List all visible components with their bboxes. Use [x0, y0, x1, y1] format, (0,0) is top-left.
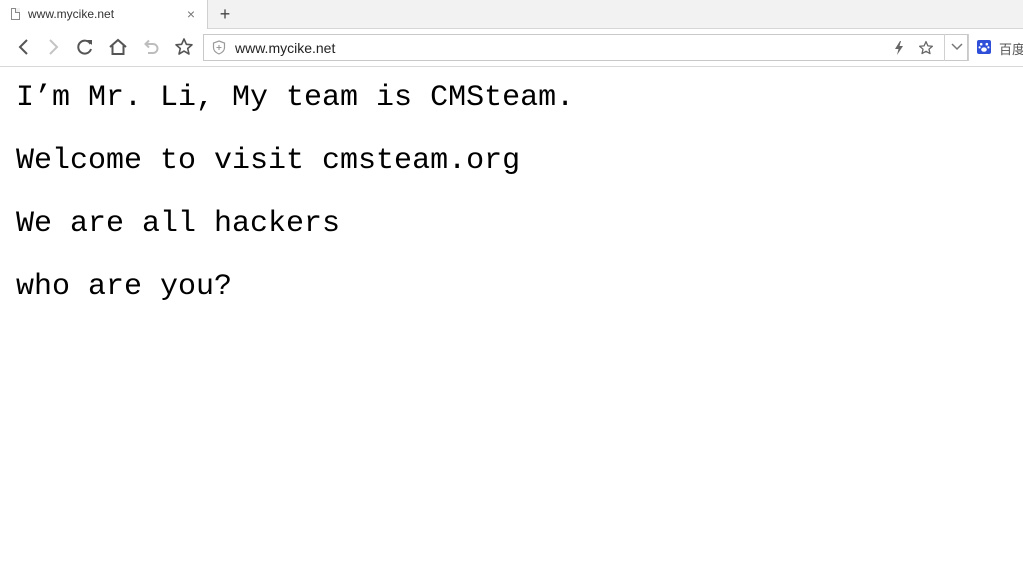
forward-button[interactable]: [43, 37, 63, 57]
new-tab-button[interactable]: +: [216, 3, 234, 25]
reload-button[interactable]: [75, 37, 95, 57]
active-tab[interactable]: www.mycike.net ×: [0, 0, 208, 29]
undo-icon: [144, 39, 159, 54]
address-dropdown-button[interactable]: [944, 34, 968, 61]
home-button[interactable]: [108, 37, 128, 57]
page-content: I’m Mr. Li, My team is CMSteam. Welcome …: [16, 68, 1016, 320]
tab-strip: www.mycike.net × +: [0, 0, 1023, 29]
shield-icon: [212, 40, 226, 55]
tab-title: www.mycike.net: [28, 7, 115, 21]
welcome-line: Welcome to visit cmsteam.org: [16, 144, 521, 178]
home-icon: [109, 38, 127, 55]
undo-close-button[interactable]: [141, 37, 161, 57]
intro-line: I’m Mr. Li, My team is CMSteam.: [16, 81, 575, 115]
bookmark-star-icon[interactable]: [918, 40, 934, 56]
close-tab-icon[interactable]: ×: [184, 6, 198, 22]
question-line: who are you?: [16, 270, 233, 304]
favorites-button[interactable]: [174, 37, 194, 57]
search-box[interactable]: 百度: [968, 34, 1023, 61]
address-bar[interactable]: www.mycike.net: [203, 34, 968, 61]
star-icon: [175, 38, 193, 55]
search-placeholder[interactable]: 百度: [999, 39, 1023, 58]
chevron-down-icon: [951, 43, 963, 51]
back-button[interactable]: [14, 37, 34, 57]
back-arrow-icon: [18, 39, 28, 55]
forward-arrow-icon: [49, 39, 59, 55]
baidu-paw-icon[interactable]: [977, 40, 991, 54]
lightning-icon[interactable]: [894, 41, 904, 55]
hackers-line: We are all hackers: [16, 207, 341, 241]
navigation-toolbar: www.mycike.net 百度: [0, 29, 1023, 67]
page-icon: [11, 8, 20, 20]
reload-icon: [77, 39, 92, 55]
url-text[interactable]: www.mycike.net: [235, 40, 335, 56]
